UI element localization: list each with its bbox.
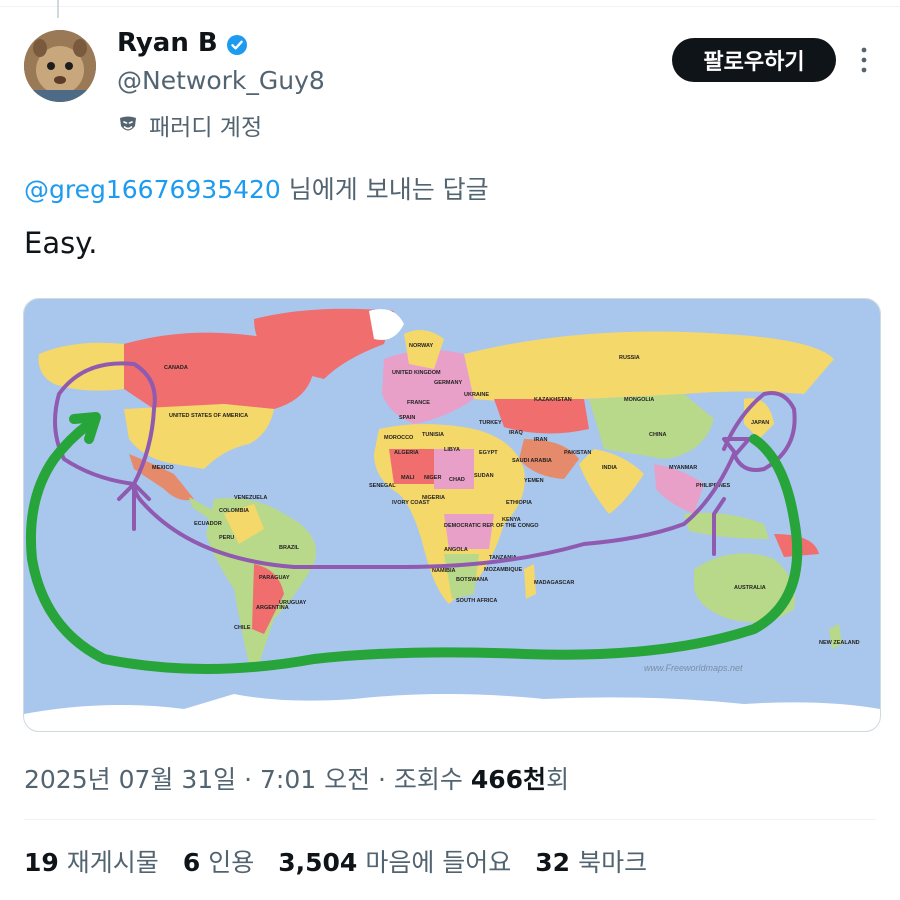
reply-context: @greg16676935420 님에게 보내는 답글 xyxy=(24,170,489,206)
map-label-new-zealand: NEW ZEALAND xyxy=(819,640,860,646)
likes-label: 마음에 들어요 xyxy=(365,848,512,877)
map-label-ethiopia: ETHIOPIA xyxy=(506,500,532,506)
quotes-stat[interactable]: 6 인용 xyxy=(183,843,254,879)
post-date[interactable]: 2025년 07월 31일 xyxy=(24,765,236,794)
map-label-iraq: IRAQ xyxy=(509,430,523,436)
bookmarks-label: 북마크 xyxy=(578,848,648,877)
map-label-sudan: SUDAN xyxy=(474,473,494,479)
likes-count: 3,504 xyxy=(278,848,358,877)
map-label-yemen: YEMEN xyxy=(524,478,544,484)
avatar-image xyxy=(24,30,96,102)
avatar[interactable] xyxy=(24,30,96,102)
views-suffix: 회 xyxy=(546,765,570,794)
map-label-venezuela: VENEZUELA xyxy=(234,495,267,501)
map-label-peru: PERU xyxy=(219,535,234,541)
retweets-stat[interactable]: 19 재게시물 xyxy=(24,843,159,879)
post-media[interactable]: RUSSIA CANADA UNITED STATES OF AMERICA M… xyxy=(23,298,881,732)
reply-mention-link[interactable]: @greg16676935420 xyxy=(24,175,281,204)
map-label-uruguay: URUGUAY xyxy=(279,600,307,606)
quotes-label: 인용 xyxy=(208,848,255,877)
map-label-china: CHINA xyxy=(649,432,666,438)
map-label-ukraine: UKRAINE xyxy=(464,392,489,398)
views-label: 조회수 xyxy=(393,765,471,794)
map-label-myanmar: MYANMAR xyxy=(669,465,697,471)
map-label-egypt: EGYPT xyxy=(479,450,498,456)
thread-line xyxy=(57,0,59,18)
retweets-count: 19 xyxy=(24,848,59,877)
map-watermark: www.Freeworldmaps.net xyxy=(644,663,743,673)
map-label-pakistan: PAKISTAN xyxy=(564,450,591,456)
top-divider xyxy=(0,6,900,7)
map-label-mexico: MEXICO xyxy=(152,465,174,471)
author-handle[interactable]: @Network_Guy8 xyxy=(117,66,325,95)
map-label-spain: SPAIN xyxy=(399,415,415,421)
map-label-colombia: COLOMBIA xyxy=(219,508,249,514)
map-label-morocco: MOROCCO xyxy=(384,435,414,441)
map-label-mongolia: MONGOLIA xyxy=(624,397,654,403)
map-label-norway: NORWAY xyxy=(409,343,433,349)
views-count: 466천 xyxy=(470,765,547,794)
map-label-drc: DEMOCRATIC REP. OF THE CONGO xyxy=(444,523,539,529)
map-label-france: FRANCE xyxy=(407,400,430,406)
map-label-chad: CHAD xyxy=(449,477,465,483)
theater-mask-icon xyxy=(120,116,136,131)
map-label-usa: UNITED STATES OF AMERICA xyxy=(169,413,248,419)
retweets-label: 재게시물 xyxy=(66,848,159,877)
map-label-saudi: SAUDI ARABIA xyxy=(512,458,552,464)
post-meta: 2025년 07월 31일 · 7:01 오전 · 조회수 466천회 xyxy=(24,760,569,796)
meta-separator: · xyxy=(370,765,394,794)
author-name[interactable]: Ryan B xyxy=(117,28,218,58)
follow-button[interactable]: 팔로우하기 xyxy=(672,38,836,82)
map-label-south-africa: SOUTH AFRICA xyxy=(456,598,497,604)
parody-account-label: 패러디 계정 xyxy=(117,108,262,142)
post-text: Easy. xyxy=(24,226,98,260)
likes-stat[interactable]: 3,504 마음에 들어요 xyxy=(278,843,511,879)
post-time[interactable]: 7:01 오전 xyxy=(260,765,370,794)
map-label-germany: GERMANY xyxy=(434,380,462,386)
map-label-kenya: KENYA xyxy=(502,517,521,523)
map-label-chile: CHILE xyxy=(234,625,251,631)
engagement-stats: 19 재게시물 6 인용 3,504 마음에 들어요 32 북마크 xyxy=(24,843,647,879)
map-label-iran: IRAN xyxy=(534,437,547,443)
map-label-india: INDIA xyxy=(602,465,617,471)
map-label-namibia: NAMIBIA xyxy=(432,568,456,574)
verified-badge-icon xyxy=(227,35,247,55)
map-label-mozambique: MOZAMBIQUE xyxy=(484,567,523,573)
more-options-icon[interactable] xyxy=(856,42,872,78)
map-label-botswana: BOTSWANA xyxy=(456,577,488,583)
map-label-angola: ANGOLA xyxy=(444,547,468,553)
parody-label-text: 패러디 계정 xyxy=(149,115,263,141)
map-label-senegal: SENEGAL xyxy=(369,483,396,489)
map-label-australia: AUSTRALIA xyxy=(734,585,766,591)
map-label-brazil: BRAZIL xyxy=(279,545,300,551)
map-label-mali: MALI xyxy=(401,475,415,481)
map-label-tunisia: TUNISIA xyxy=(422,432,444,438)
map-label-kazakhstan: KAZAKHSTAN xyxy=(534,397,572,403)
map-label-algeria: ALGERIA xyxy=(394,450,419,456)
map-label-japan: JAPAN xyxy=(751,420,769,426)
map-label-niger: NIGER xyxy=(424,475,441,481)
map-label-turkey: TURKEY xyxy=(479,420,502,426)
world-map-image: RUSSIA CANADA UNITED STATES OF AMERICA M… xyxy=(24,299,880,731)
map-label-canada: CANADA xyxy=(164,365,188,371)
map-label-russia: RUSSIA xyxy=(619,355,640,361)
map-label-paraguay: PARAGUAY xyxy=(259,575,290,581)
reply-suffix: 님에게 보내는 답글 xyxy=(280,175,489,204)
divider xyxy=(24,819,876,820)
quotes-count: 6 xyxy=(182,848,201,877)
meta-separator: · xyxy=(236,765,260,794)
bookmarks-stat[interactable]: 32 북마크 xyxy=(535,843,647,879)
map-label-ecuador: ECUADOR xyxy=(194,521,222,527)
map-label-uk: UNITED KINGDOM xyxy=(392,370,441,376)
map-label-madagascar: MADAGASCAR xyxy=(534,580,574,586)
bookmarks-count: 32 xyxy=(535,848,571,877)
map-label-libya: LIBYA xyxy=(444,447,460,453)
map-label-ivory: IVORY COAST xyxy=(392,500,430,506)
